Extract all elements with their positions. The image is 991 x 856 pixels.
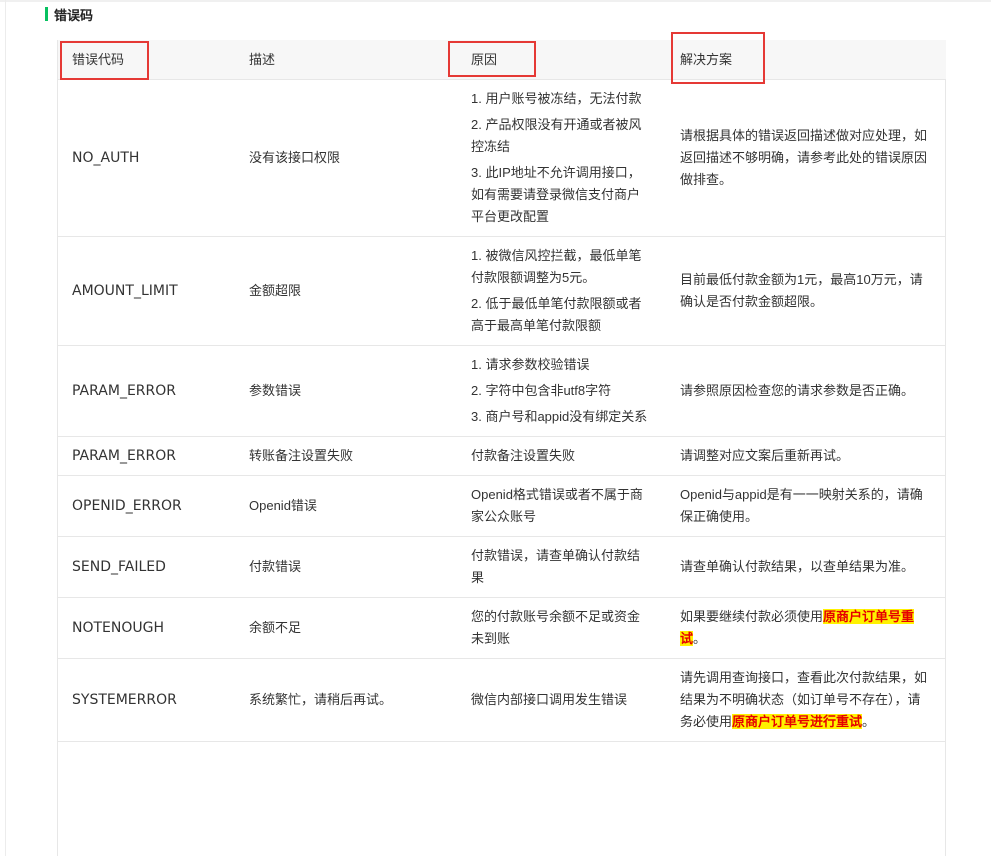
heading-accent-bar <box>45 7 48 21</box>
reason-line: 3. 此IP地址不允许调用接口，如有需要请登录微信支付商户平台更改配置 <box>471 165 641 224</box>
reason-cell: 1. 被微信风控拦截，最低单笔付款限额调整为5元。 2. 低于最低单笔付款限额或者… <box>457 236 666 346</box>
reason-cell: Openid格式错误或者不属于商家公众账号 <box>457 475 666 537</box>
error-code-cell: NOTENOUGH <box>58 597 235 659</box>
solution-cell: 请根据具体的错误返回描述做对应处理，如返回描述不够明确，请参考此处的错误原因做排… <box>666 79 946 237</box>
table-row: OPENID_ERROR Openid错误 Openid格式错误或者不属于商家公众账… <box>58 475 946 537</box>
solution-text: 请参照原因检查您的请求参数是否正确。 <box>680 383 915 398</box>
table-row: PARAM_ERROR 转账备注设置失败 付款备注设置失败 请调整对应文案后重新再试。 <box>58 436 946 476</box>
table-body: NO_AUTH 没有该接口权限 1. 用户账号被冻结，无法付款 2. 产品权限没有开通… <box>58 79 946 742</box>
reason-line: 2. 低于最低单笔付款限额或者高于最高单笔付款限额 <box>471 296 642 333</box>
table-header-row: 错误代码 描述 原因 解决方案 <box>58 40 946 80</box>
error-code-cell: OPENID_ERROR <box>58 475 235 537</box>
reason-cell: 1. 请求参数校验错误 2. 字符中包含非utf8字符 3. 商户号和appid没有… <box>457 345 666 437</box>
solution-text: 请查单确认付款结果，以查单结果为准。 <box>680 559 915 574</box>
solution-text: 如果要继续付款必须使用 <box>680 609 824 624</box>
description-cell: 没有该接口权限 <box>235 79 457 237</box>
error-code-table: 错误代码 描述 原因 解决方案 NO_AUTH 没有该接口权限 1. 用户账号被冻结… <box>58 40 946 742</box>
reason-line: 2. 字符中包含非utf8字符 <box>471 383 612 398</box>
reason-line: 2. 产品权限没有开通或者被风控冻结 <box>471 117 642 154</box>
solution-text-end: 。 <box>862 714 876 729</box>
description-cell: 付款错误 <box>235 536 457 598</box>
solution-cell: 请调整对应文案后重新再试。 <box>666 436 946 476</box>
header-error-code: 错误代码 <box>58 40 235 80</box>
description-cell: 金额超限 <box>235 236 457 346</box>
reason-line: 付款错误，请查单确认付款结果 <box>471 548 641 585</box>
error-code-table-container: 错误代码 描述 原因 解决方案 NO_AUTH 没有该接口权限 1. 用户账号被冻结… <box>58 40 946 742</box>
error-code-cell: AMOUNT_LIMIT <box>58 236 235 346</box>
table-row: SEND_FAILED 付款错误 付款错误，请查单确认付款结果 请查单确认付款结果，以… <box>58 536 946 598</box>
table-row: AMOUNT_LIMIT 金额超限 1. 被微信风控拦截，最低单笔付款限额调整为5元… <box>58 236 946 346</box>
description-cell: 系统繁忙，请稍后再试。 <box>235 658 457 742</box>
section-title-text: 错误码 <box>54 7 94 23</box>
table-row: SYSTEMERROR 系统繁忙，请稍后再试。 微信内部接口调用发生错误 请先调用查询… <box>58 658 946 742</box>
solution-cell: 请参照原因检查您的请求参数是否正确。 <box>666 345 946 437</box>
solution-cell: 请先调用查询接口，查看此次付款结果，如结果为不明确状态（如订单号不存在），请务必… <box>666 658 946 742</box>
top-divider <box>0 0 991 2</box>
solution-text: 请调整对应文案后重新再试。 <box>680 448 850 463</box>
solution-text-end: 。 <box>693 631 707 646</box>
header-description: 描述 <box>235 40 457 80</box>
reason-line: 微信内部接口调用发生错误 <box>471 692 628 707</box>
reason-line: 1. 用户账号被冻结，无法付款 <box>471 91 642 106</box>
table-row: NO_AUTH 没有该接口权限 1. 用户账号被冻结，无法付款 2. 产品权限没有开通… <box>58 79 946 237</box>
reason-cell: 1. 用户账号被冻结，无法付款 2. 产品权限没有开通或者被风控冻结 3. 此IP地… <box>457 79 666 237</box>
reason-cell: 您的付款账号余额不足或资金未到账 <box>457 597 666 659</box>
solution-cell: 目前最低付款金额为1元，最高10万元，请确认是否付款金额超限。 <box>666 236 946 346</box>
solution-cell: 如果要继续付款必须使用原商户订单号重试。 <box>666 597 946 659</box>
solution-text: 目前最低付款金额为1元，最高10万元，请确认是否付款金额超限。 <box>680 272 923 309</box>
solution-cell: 请查单确认付款结果，以查单结果为准。 <box>666 536 946 598</box>
header-reason: 原因 <box>457 40 666 80</box>
reason-line: 1. 被微信风控拦截，最低单笔付款限额调整为5元。 <box>471 248 642 285</box>
table-row: PARAM_ERROR 参数错误 1. 请求参数校验错误 2. 字符中包含非utf8字… <box>58 345 946 437</box>
error-code-cell: SYSTEMERROR <box>58 658 235 742</box>
solution-cell: Openid与appid是有一一映射关系的，请确保正确使用。 <box>666 475 946 537</box>
table-row: NOTENOUGH 余额不足 您的付款账号余额不足或资金未到账 如果要继续付款必须使用… <box>58 597 946 659</box>
error-code-cell: PARAM_ERROR <box>58 345 235 437</box>
description-cell: 转账备注设置失败 <box>235 436 457 476</box>
reason-line: Openid格式错误或者不属于商家公众账号 <box>471 487 643 524</box>
section-heading: 错误码 <box>45 5 93 23</box>
reason-cell: 付款错误，请查单确认付款结果 <box>457 536 666 598</box>
solution-text: 请根据具体的错误返回描述做对应处理，如返回描述不够明确，请参考此处的错误原因做排… <box>680 128 928 187</box>
description-cell: 余额不足 <box>235 597 457 659</box>
reason-cell: 微信内部接口调用发生错误 <box>457 658 666 742</box>
reason-line: 3. 商户号和appid没有绑定关系 <box>471 409 648 424</box>
description-cell: 参数错误 <box>235 345 457 437</box>
error-code-cell: NO_AUTH <box>58 79 235 237</box>
solution-text: Openid与appid是有一一映射关系的，请确保正确使用。 <box>680 487 923 524</box>
left-divider <box>5 0 6 856</box>
reason-cell: 付款备注设置失败 <box>457 436 666 476</box>
reason-line: 您的付款账号余额不足或资金未到账 <box>471 609 641 646</box>
error-code-cell: PARAM_ERROR <box>58 436 235 476</box>
reason-line: 1. 请求参数校验错误 <box>471 357 590 372</box>
description-cell: Openid错误 <box>235 475 457 537</box>
header-solution: 解决方案 <box>666 40 946 80</box>
error-code-cell: SEND_FAILED <box>58 536 235 598</box>
highlighted-order-number-text: 原商户订单号进行重试 <box>732 714 863 729</box>
reason-line: 付款备注设置失败 <box>471 448 576 463</box>
